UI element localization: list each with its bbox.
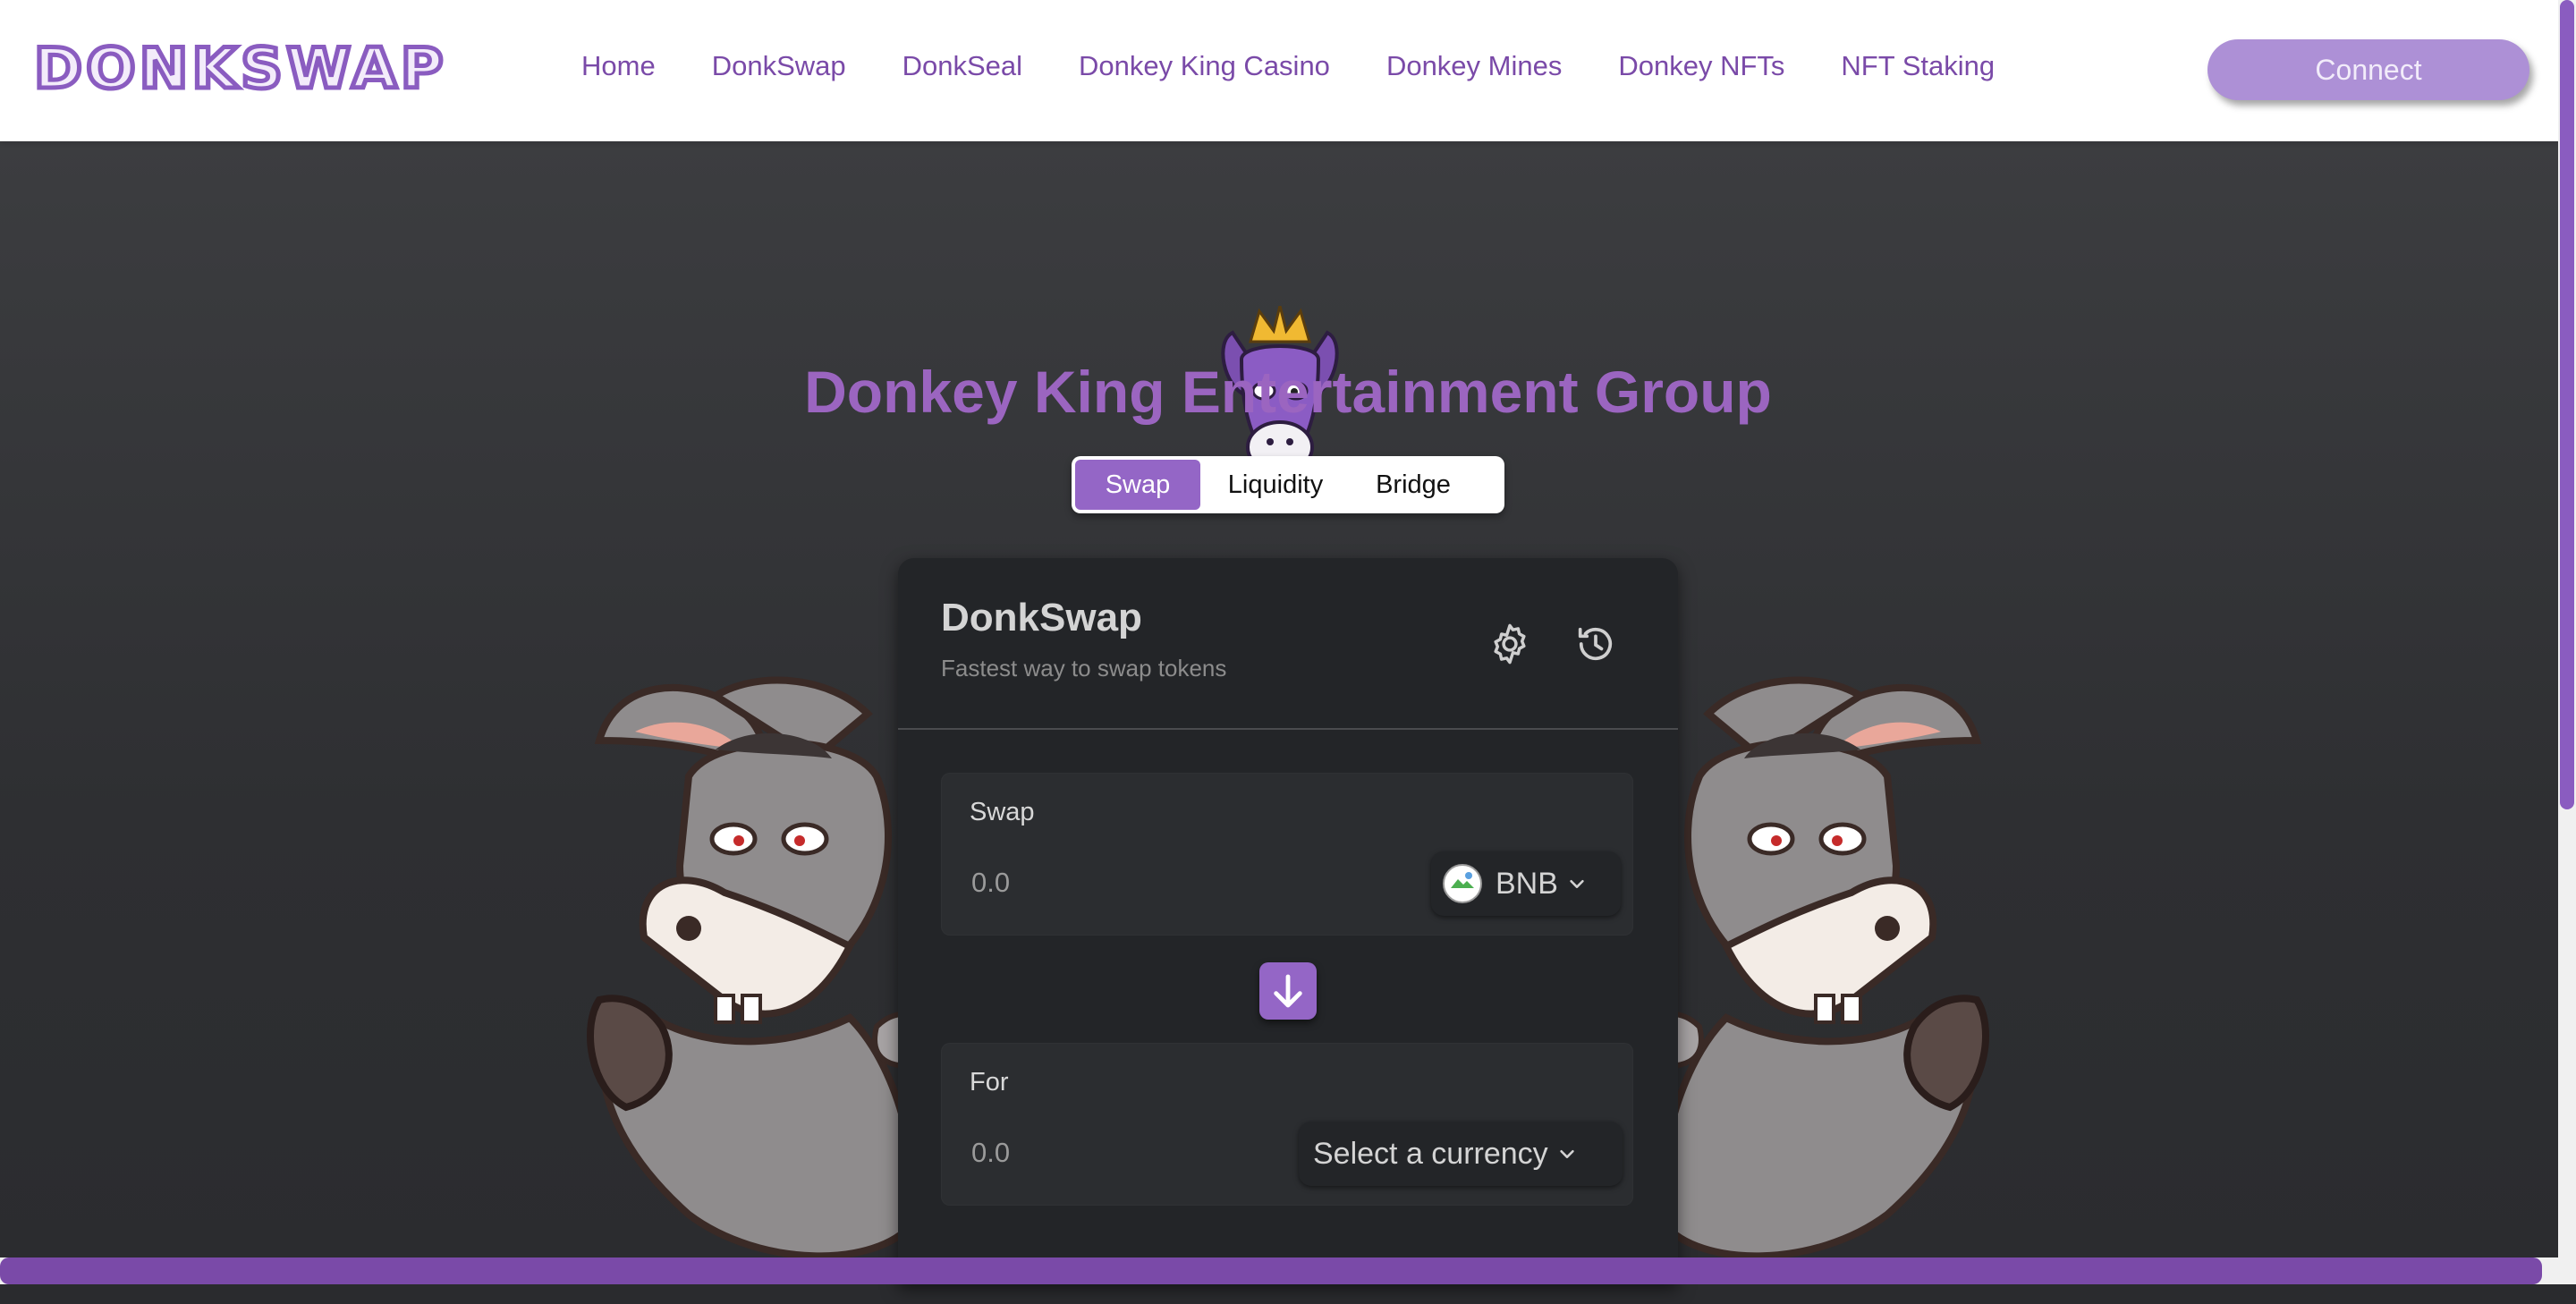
nav-donkswap[interactable]: DonkSwap xyxy=(712,50,846,82)
vertical-scrollbar-thumb[interactable] xyxy=(2560,0,2574,809)
nav-donkey-mines[interactable]: Donkey Mines xyxy=(1386,50,1562,82)
card-divider xyxy=(898,728,1678,730)
tab-liquidity[interactable]: Liquidity xyxy=(1213,460,1338,510)
swap-to-panel: For Select a currency xyxy=(941,1043,1633,1206)
nav-donkey-king-casino[interactable]: Donkey King Casino xyxy=(1079,50,1330,82)
to-token-selector[interactable]: Select a currency xyxy=(1299,1122,1623,1186)
horizontal-scrollbar-thumb[interactable] xyxy=(0,1257,2542,1284)
main-nav: Home DonkSwap DonkSeal Donkey King Casin… xyxy=(581,50,2051,82)
swap-from-panel: Swap BNB xyxy=(941,773,1633,936)
swap-to-label: For xyxy=(970,1068,1009,1097)
site-logo[interactable]: DONKSWAP xyxy=(31,34,447,104)
mode-tabs: Swap Liquidity Bridge xyxy=(1072,456,1504,513)
top-navbar: DONKSWAP Home DonkSwap DonkSeal Donkey K… xyxy=(0,0,2558,141)
nav-home[interactable]: Home xyxy=(581,50,656,82)
swap-from-amount-input[interactable] xyxy=(970,862,1241,903)
chevron-down-icon xyxy=(1570,879,1584,888)
bnb-token-icon xyxy=(1443,864,1482,903)
swap-card: DonkSwap Fastest way to swap tokens Swap… xyxy=(898,558,1678,1284)
card-subtitle: Fastest way to swap tokens xyxy=(941,655,1227,682)
page-title: Donkey King Entertainment Group xyxy=(804,359,1772,425)
nav-nft-staking[interactable]: NFT Staking xyxy=(1841,50,1995,82)
switch-direction-button[interactable] xyxy=(1259,962,1317,1020)
nav-donkey-nfts[interactable]: Donkey NFTs xyxy=(1618,50,1784,82)
swap-to-amount-input[interactable] xyxy=(970,1132,1241,1173)
chevron-down-icon xyxy=(1559,1149,1574,1158)
history-icon[interactable] xyxy=(1572,621,1619,667)
arrow-down-icon xyxy=(1274,974,1302,1008)
gear-icon[interactable] xyxy=(1487,621,1533,667)
select-currency-label: Select a currency xyxy=(1313,1136,1548,1171)
swap-from-label: Swap xyxy=(970,798,1035,826)
nav-donkseal[interactable]: DonkSeal xyxy=(902,50,1022,82)
card-title: DonkSwap xyxy=(941,596,1142,639)
tab-swap[interactable]: Swap xyxy=(1075,460,1200,510)
main-area: Donkey King Entertainment Group Swap Liq… xyxy=(0,141,2558,1284)
from-token-symbol: BNB xyxy=(1496,866,1558,901)
tab-bridge[interactable]: Bridge xyxy=(1351,460,1476,510)
from-token-selector[interactable]: BNB xyxy=(1431,851,1621,916)
connect-wallet-button[interactable]: Connect xyxy=(2207,39,2529,100)
